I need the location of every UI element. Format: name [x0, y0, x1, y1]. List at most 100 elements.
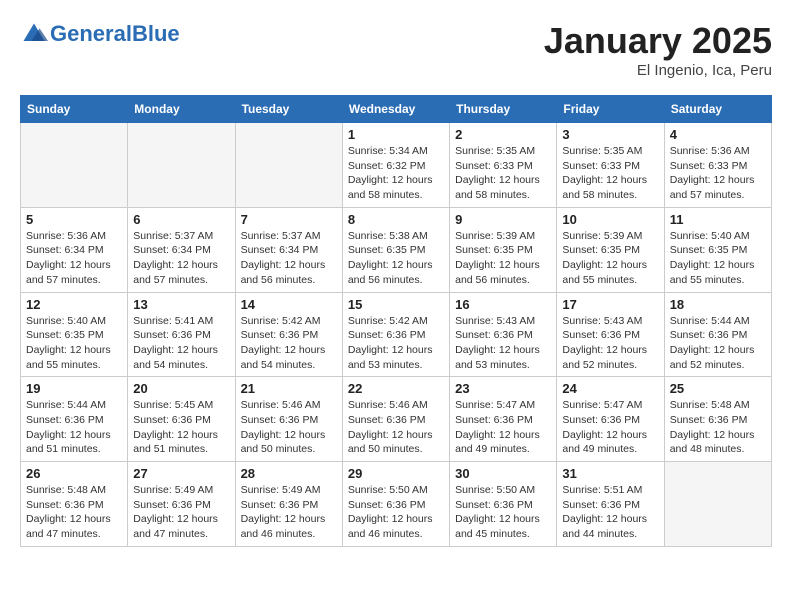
calendar-cell: 8Sunrise: 5:38 AM Sunset: 6:35 PM Daylig… — [342, 207, 449, 292]
day-number: 11 — [670, 212, 766, 227]
day-info: Sunrise: 5:36 AM Sunset: 6:33 PM Dayligh… — [670, 144, 766, 203]
calendar-cell: 10 Sunrise: 5:39 AM Sunset: 6:35 PM Dayli… — [557, 207, 664, 292]
day-number: 31 — [562, 466, 658, 481]
day-info: Sunrise: 5:44 AM Sunset: 6:36 PM Dayligh… — [670, 314, 766, 373]
day-number: 5 — [26, 212, 122, 227]
day-info: Sunrise: 5:47 AM Sunset: 6:36 PM Dayligh… — [455, 398, 551, 457]
day-number: 9 — [455, 212, 551, 227]
day-number: 7 — [241, 212, 337, 227]
calendar-cell: 21 Sunrise: 5:46 AM Sunset: 6:36 PM Dayli… — [235, 377, 342, 462]
header-friday: Friday — [557, 96, 664, 123]
day-info: Sunrise: 5:44 AM Sunset: 6:36 PM Dayligh… — [26, 398, 122, 457]
calendar-cell: 17 Sunrise: 5:43 AM Sunset: 6:36 PM Dayli… — [557, 292, 664, 377]
day-info: Sunrise: 5:50 AM Sunset: 6:36 PM Dayligh… — [348, 483, 444, 542]
day-info: Sunrise: 5:47 AM Sunset: 6:36 PM Dayligh… — [562, 398, 658, 457]
day-info: Sunrise: 5:41 AM Sunset: 6:36 PM Dayligh… — [133, 314, 229, 373]
calendar-cell: 5 Sunrise: 5:36 AM Sunset: 6:34 PM Daylig… — [21, 207, 128, 292]
day-info: Sunrise: 5:35 AM Sunset: 6:33 PM Dayligh… — [562, 144, 658, 203]
calendar-cell: 13Sunrise: 5:41 AM Sunset: 6:36 PM Dayli… — [128, 292, 235, 377]
header-wednesday: Wednesday — [342, 96, 449, 123]
calendar-cell: 15 Sunrise: 5:42 AM Sunset: 6:36 PM Dayli… — [342, 292, 449, 377]
day-number: 28 — [241, 466, 337, 481]
day-info: Sunrise: 5:37 AM Sunset: 6:34 PM Dayligh… — [133, 229, 229, 288]
day-number: 3 — [562, 127, 658, 142]
calendar-cell: 26 Sunrise: 5:48 AM Sunset: 6:36 PM Dayli… — [21, 462, 128, 547]
calendar-cell: 31 Sunrise: 5:51 AM Sunset: 6:36 PM Dayli… — [557, 462, 664, 547]
calendar-cell — [128, 123, 235, 208]
week-row-5: 26 Sunrise: 5:48 AM Sunset: 6:36 PM Dayli… — [21, 462, 772, 547]
calendar-cell: 6 Sunrise: 5:37 AM Sunset: 6:34 PM Daylig… — [128, 207, 235, 292]
logo-blue: Blue — [132, 21, 180, 46]
calendar-cell: 29Sunrise: 5:50 AM Sunset: 6:36 PM Dayli… — [342, 462, 449, 547]
calendar: SundayMondayTuesdayWednesdayThursdayFrid… — [20, 95, 772, 547]
calendar-cell: 19 Sunrise: 5:44 AM Sunset: 6:36 PM Dayli… — [21, 377, 128, 462]
day-info: Sunrise: 5:48 AM Sunset: 6:36 PM Dayligh… — [26, 483, 122, 542]
day-info: Sunrise: 5:49 AM Sunset: 6:36 PM Dayligh… — [133, 483, 229, 542]
day-info: Sunrise: 5:35 AM Sunset: 6:33 PM Dayligh… — [455, 144, 551, 203]
day-number: 19 — [26, 381, 122, 396]
calendar-cell: 20 Sunrise: 5:45 AM Sunset: 6:36 PM Dayli… — [128, 377, 235, 462]
day-info: Sunrise: 5:34 AM Sunset: 6:32 PM Dayligh… — [348, 144, 444, 203]
day-info: Sunrise: 5:45 AM Sunset: 6:36 PM Dayligh… — [133, 398, 229, 457]
page-header: GeneralBlue January 2025 El Ingenio, Ica… — [20, 20, 772, 79]
calendar-cell: 18 Sunrise: 5:44 AM Sunset: 6:36 PM Dayli… — [664, 292, 771, 377]
day-info: Sunrise: 5:39 AM Sunset: 6:35 PM Dayligh… — [562, 229, 658, 288]
day-number: 23 — [455, 381, 551, 396]
calendar-header-row: SundayMondayTuesdayWednesdayThursdayFrid… — [21, 96, 772, 123]
calendar-cell — [21, 123, 128, 208]
day-info: Sunrise: 5:51 AM Sunset: 6:36 PM Dayligh… — [562, 483, 658, 542]
header-thursday: Thursday — [450, 96, 557, 123]
calendar-cell — [664, 462, 771, 547]
day-info: Sunrise: 5:43 AM Sunset: 6:36 PM Dayligh… — [562, 314, 658, 373]
location: El Ingenio, Ica, Peru — [544, 62, 772, 79]
calendar-cell: 2Sunrise: 5:35 AM Sunset: 6:33 PM Daylig… — [450, 123, 557, 208]
day-info: Sunrise: 5:40 AM Sunset: 6:35 PM Dayligh… — [26, 314, 122, 373]
day-info: Sunrise: 5:36 AM Sunset: 6:34 PM Dayligh… — [26, 229, 122, 288]
calendar-cell: 16 Sunrise: 5:43 AM Sunset: 6:36 PM Dayli… — [450, 292, 557, 377]
logo-text: GeneralBlue — [50, 23, 180, 45]
day-number: 15 — [348, 297, 444, 312]
day-info: Sunrise: 5:42 AM Sunset: 6:36 PM Dayligh… — [241, 314, 337, 373]
calendar-cell: 30Sunrise: 5:50 AM Sunset: 6:36 PM Dayli… — [450, 462, 557, 547]
day-info: Sunrise: 5:42 AM Sunset: 6:36 PM Dayligh… — [348, 314, 444, 373]
calendar-cell: 23 Sunrise: 5:47 AM Sunset: 6:36 PM Dayli… — [450, 377, 557, 462]
day-info: Sunrise: 5:38 AM Sunset: 6:35 PM Dayligh… — [348, 229, 444, 288]
logo-icon — [20, 20, 48, 48]
week-row-2: 5 Sunrise: 5:36 AM Sunset: 6:34 PM Daylig… — [21, 207, 772, 292]
day-number: 24 — [562, 381, 658, 396]
day-info: Sunrise: 5:46 AM Sunset: 6:36 PM Dayligh… — [241, 398, 337, 457]
day-number: 22 — [348, 381, 444, 396]
day-number: 21 — [241, 381, 337, 396]
day-number: 12 — [26, 297, 122, 312]
calendar-cell: 14Sunrise: 5:42 AM Sunset: 6:36 PM Dayli… — [235, 292, 342, 377]
day-info: Sunrise: 5:43 AM Sunset: 6:36 PM Dayligh… — [455, 314, 551, 373]
day-info: Sunrise: 5:50 AM Sunset: 6:36 PM Dayligh… — [455, 483, 551, 542]
day-info: Sunrise: 5:40 AM Sunset: 6:35 PM Dayligh… — [670, 229, 766, 288]
day-number: 10 — [562, 212, 658, 227]
calendar-cell: 3 Sunrise: 5:35 AM Sunset: 6:33 PM Daylig… — [557, 123, 664, 208]
day-info: Sunrise: 5:48 AM Sunset: 6:36 PM Dayligh… — [670, 398, 766, 457]
calendar-cell: 22Sunrise: 5:46 AM Sunset: 6:36 PM Dayli… — [342, 377, 449, 462]
day-number: 25 — [670, 381, 766, 396]
day-info: Sunrise: 5:37 AM Sunset: 6:34 PM Dayligh… — [241, 229, 337, 288]
day-number: 17 — [562, 297, 658, 312]
day-info: Sunrise: 5:39 AM Sunset: 6:35 PM Dayligh… — [455, 229, 551, 288]
day-number: 20 — [133, 381, 229, 396]
day-number: 16 — [455, 297, 551, 312]
title-section: January 2025 El Ingenio, Ica, Peru — [544, 20, 772, 79]
week-row-3: 12 Sunrise: 5:40 AM Sunset: 6:35 PM Dayli… — [21, 292, 772, 377]
calendar-cell: 27 Sunrise: 5:49 AM Sunset: 6:36 PM Dayli… — [128, 462, 235, 547]
header-sunday: Sunday — [21, 96, 128, 123]
header-monday: Monday — [128, 96, 235, 123]
calendar-cell — [235, 123, 342, 208]
day-number: 27 — [133, 466, 229, 481]
week-row-1: 1Sunrise: 5:34 AM Sunset: 6:32 PM Daylig… — [21, 123, 772, 208]
day-number: 26 — [26, 466, 122, 481]
calendar-cell: 9 Sunrise: 5:39 AM Sunset: 6:35 PM Daylig… — [450, 207, 557, 292]
day-number: 4 — [670, 127, 766, 142]
day-number: 6 — [133, 212, 229, 227]
logo: GeneralBlue — [20, 20, 180, 48]
calendar-cell: 12 Sunrise: 5:40 AM Sunset: 6:35 PM Dayli… — [21, 292, 128, 377]
day-number: 18 — [670, 297, 766, 312]
calendar-cell: 28Sunrise: 5:49 AM Sunset: 6:36 PM Dayli… — [235, 462, 342, 547]
